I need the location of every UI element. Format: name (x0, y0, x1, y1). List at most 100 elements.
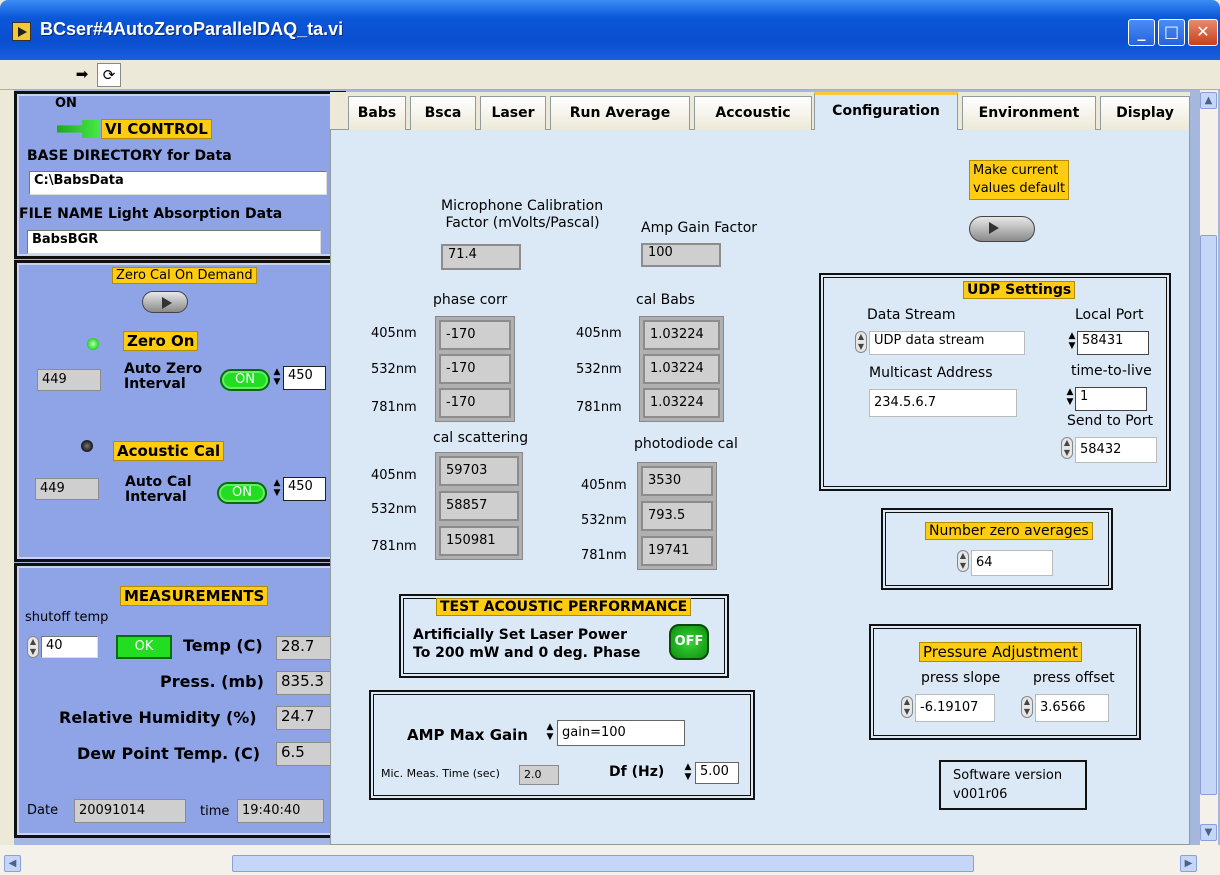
auto-cal-interval-field[interactable]: 450 (283, 477, 326, 501)
zero-averages-box: Number zero averages ▲ ▼ 64 (881, 508, 1113, 590)
shutoff-temp-field[interactable]: 40 (41, 636, 98, 658)
date-label: Date (27, 803, 59, 818)
press-offset-label: press offset (1033, 670, 1115, 686)
mic-cal-label: Microphone Calibration Factor (mVolts/Pa… (441, 198, 604, 231)
auto-zero-label: Auto Zero Interval (124, 361, 203, 392)
date-value: 20091014 (74, 799, 186, 823)
toolbar: ➡ ⟳ (0, 60, 1220, 90)
file-name-label: FILE NAME Light Absorption Data (19, 206, 283, 222)
udp-settings-title: UDP Settings (963, 281, 1076, 299)
scat-wl-781-label: 781nm (371, 539, 417, 554)
base-dir-field[interactable]: C:\BabsData (29, 171, 327, 195)
close-button[interactable]: ✕ (1188, 19, 1218, 46)
zero-averages-label: Number zero averages (925, 522, 1093, 540)
amp-max-gain-spinner[interactable]: ▲ ▼ (545, 722, 555, 744)
ttl-spinner[interactable]: ▲ ▼ (1065, 387, 1075, 409)
local-port-field[interactable]: 58431 (1077, 331, 1149, 355)
press-label: Press. (mb) (160, 672, 264, 691)
amp-max-gain-field[interactable]: gain=100 (557, 720, 685, 746)
phase-corr-array: -170 -170 -170 (435, 316, 515, 422)
babs-wl-532-label: 532nm (576, 362, 622, 377)
pd-wl-532-label: 532nm (581, 513, 627, 528)
zero-cal-demand-button[interactable] (142, 291, 188, 313)
mic-meas-time-value: 2.0 (519, 765, 559, 785)
acoustic-cal-led (81, 440, 93, 452)
amp-gain-factor-value: 100 (641, 243, 721, 267)
scroll-right-icon[interactable]: ▶ (1180, 855, 1197, 872)
press-slope-field[interactable]: -6.19107 (915, 694, 995, 722)
horizontal-scrollbar[interactable]: ◀ ▶ (0, 845, 1220, 875)
press-offset-spinner[interactable]: ▲ ▼ (1021, 696, 1033, 718)
pressure-adjust-title: Pressure Adjustment (919, 642, 1082, 662)
vertical-scroll-thumb[interactable] (1200, 235, 1217, 795)
file-name-field[interactable]: BabsBGR (27, 230, 321, 254)
minimize-button[interactable]: _ (1128, 19, 1155, 46)
temp-label: Temp (C) (183, 636, 263, 655)
cal-scattering-label: cal scattering (433, 430, 529, 446)
zero-cal-panel: Zero Cal On Demand Zero On 449 Auto Zero… (14, 260, 346, 562)
photodiode-532: 793.5 (641, 501, 713, 531)
test-acoustic-box: TEST ACOUSTIC PERFORMANCE Artificially S… (399, 594, 729, 678)
local-port-spinner[interactable]: ▲ ▼ (1067, 331, 1077, 353)
tab-laser[interactable]: Laser (480, 96, 546, 130)
shutoff-temp-spinner[interactable]: ▲ ▼ (27, 636, 39, 658)
scroll-left-icon[interactable]: ◀ (4, 855, 21, 872)
photodiode-cal-label: photodiode cal (634, 436, 738, 452)
zero-averages-spinner[interactable]: ▲ ▼ (957, 550, 969, 572)
phase-corr-label: phase corr (433, 292, 508, 308)
df-field[interactable]: 5.00 (695, 762, 739, 784)
auto-zero-switch[interactable]: ON (220, 369, 270, 391)
time-value: 19:40:40 (237, 799, 324, 823)
maximize-button[interactable]: □ (1158, 19, 1185, 46)
zero-averages-field[interactable]: 64 (971, 550, 1053, 576)
make-default-button[interactable] (969, 216, 1035, 242)
cal-babs-532: 1.03224 (643, 354, 720, 384)
test-acoustic-title: TEST ACOUSTIC PERFORMANCE (436, 598, 692, 616)
auto-cal-label: Auto Cal Interval (125, 474, 192, 505)
test-acoustic-switch[interactable]: OFF (669, 624, 709, 660)
auto-zero-interval-field[interactable]: 450 (283, 366, 326, 390)
tab-accoustic[interactable]: Accoustic (694, 96, 812, 130)
tab-environment[interactable]: Environment (962, 96, 1096, 130)
press-offset-field[interactable]: 3.6566 (1035, 694, 1109, 722)
data-stream-field[interactable]: UDP data stream (869, 331, 1025, 355)
tab-run-average[interactable]: Run Average (550, 96, 690, 130)
vi-on-label: ON (55, 96, 77, 111)
run-continuously-icon[interactable]: ⟳ (97, 63, 121, 87)
cal-scatter-405: 59703 (439, 456, 519, 486)
auto-cal-switch[interactable]: ON (217, 482, 267, 504)
auto-cal-spinner[interactable]: ▲ ▼ (272, 478, 282, 500)
horizontal-scroll-thumb[interactable] (232, 855, 974, 872)
photodiode-405: 3530 (641, 466, 713, 496)
df-spinner[interactable]: ▲ ▼ (683, 762, 693, 784)
multicast-label: Multicast Address (869, 365, 993, 381)
run-arrow-icon[interactable]: ➡ (70, 63, 94, 87)
send-port-label: Send to Port (1067, 413, 1153, 429)
scroll-up-icon[interactable]: ▲ (1200, 92, 1217, 109)
time-label: time (200, 804, 230, 819)
vertical-scrollbar[interactable]: ▲ ▼ (1200, 90, 1218, 845)
ttl-field[interactable]: 1 (1075, 387, 1147, 411)
tab-display[interactable]: Display (1100, 96, 1190, 130)
send-port-field[interactable]: 58432 (1075, 437, 1157, 463)
window-titlebar[interactable]: BCser#4AutoZeroParallelDAQ_ta.vi _ □ ✕ (0, 0, 1220, 60)
photodiode-781: 19741 (641, 536, 713, 566)
amp-gain-factor-label: Amp Gain Factor (641, 220, 758, 236)
cal-scattering-array: 59703 58857 150981 (435, 452, 523, 560)
send-port-spinner[interactable]: ▲ ▼ (1061, 437, 1073, 459)
vi-control-panel: ON VI CONTROL BASE DIRECTORY for Data C:… (14, 91, 346, 259)
scroll-down-icon[interactable]: ▼ (1200, 824, 1217, 841)
wl-405-label: 405nm (371, 326, 417, 341)
press-slope-spinner[interactable]: ▲ ▼ (901, 696, 913, 718)
mic-cal-value: 71.4 (441, 244, 521, 270)
tab-babs[interactable]: Babs (348, 96, 406, 130)
measurements-title: MEASUREMENTS (120, 586, 269, 606)
tab-bsca[interactable]: Bsca (410, 96, 476, 130)
auto-zero-spinner[interactable]: ▲ ▼ (272, 367, 282, 389)
multicast-field[interactable]: 234.5.6.7 (869, 389, 1017, 417)
tab-configuration[interactable]: Configuration (814, 92, 958, 131)
pd-wl-405-label: 405nm (581, 478, 627, 493)
data-stream-spinner[interactable]: ▲ ▼ (855, 331, 867, 353)
measurements-panel: MEASUREMENTS shutoff temp ▲ ▼ 40 OK Temp … (14, 563, 346, 838)
df-label: Df (Hz) (609, 764, 665, 780)
